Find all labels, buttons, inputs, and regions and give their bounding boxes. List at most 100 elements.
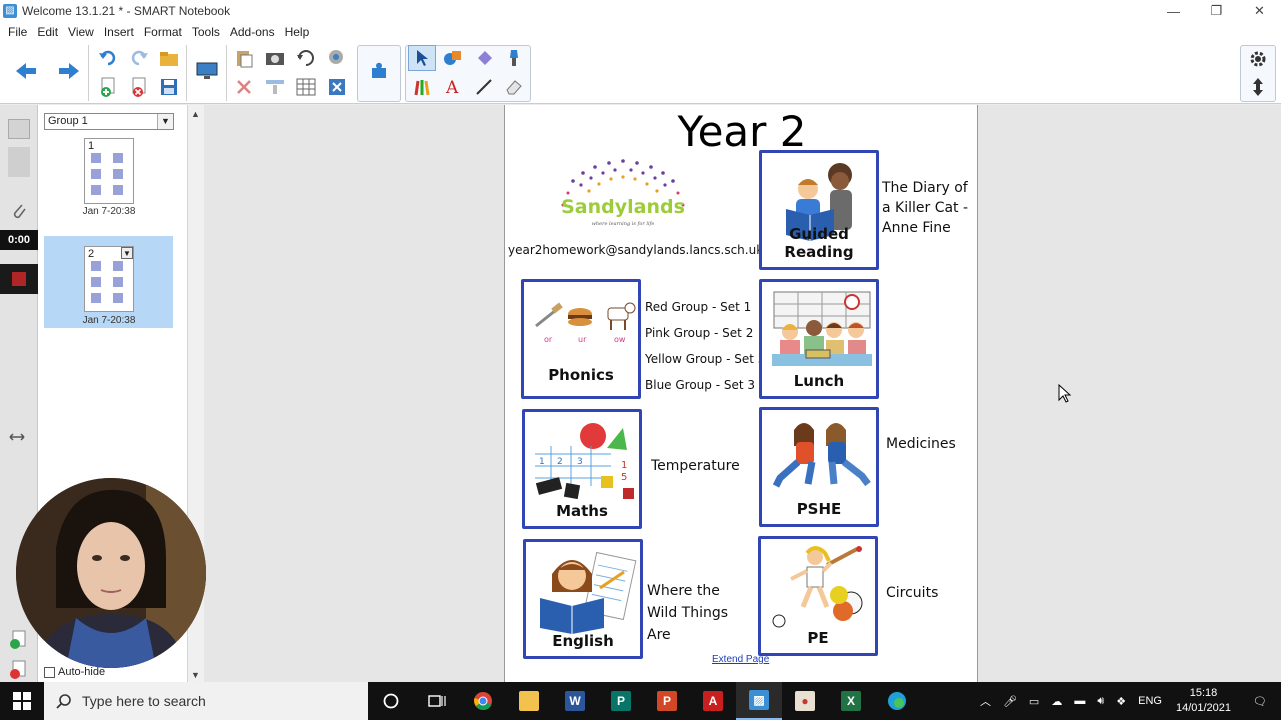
page-sorter-tab[interactable] (8, 119, 30, 139)
card-pe[interactable]: PE (758, 536, 878, 656)
word-icon[interactable]: W (552, 682, 598, 720)
full-screen-icon[interactable] (261, 74, 289, 100)
card-english[interactable]: English (523, 539, 643, 659)
document-camera-icon[interactable] (323, 45, 351, 71)
cloud-sync-icon[interactable]: ☁︎ (1045, 695, 1068, 708)
menu-format[interactable]: Format (139, 25, 187, 39)
close-document-icon[interactable] (323, 74, 351, 100)
magic-pen-icon[interactable] (500, 45, 528, 71)
menu-tools[interactable]: Tools (187, 25, 225, 39)
page-thumbnail-2[interactable]: 2 ▼ (84, 246, 134, 312)
menu-help[interactable]: Help (280, 25, 315, 39)
save-icon[interactable] (155, 74, 183, 100)
pe-note[interactable]: Circuits (886, 585, 938, 601)
line-tool-icon[interactable] (470, 74, 498, 100)
chrome-icon[interactable] (460, 682, 506, 720)
table-icon[interactable] (292, 74, 320, 100)
volume-icon[interactable]: 🔊︎ (1091, 695, 1110, 708)
fill-tool-icon[interactable] (470, 45, 498, 71)
battery-icon[interactable]: ▬ (1068, 695, 1091, 707)
addons-puzzle-icon[interactable] (365, 58, 393, 84)
pens-tool-icon[interactable] (408, 74, 436, 100)
minimize-button[interactable]: — (1152, 0, 1195, 22)
taskbar-clock[interactable]: 15:18 14/01/2021 (1168, 686, 1239, 716)
paint-icon[interactable]: ● (782, 682, 828, 720)
page-menu-chevron-icon[interactable]: ▼ (121, 247, 133, 259)
checkbox-icon[interactable] (44, 666, 55, 678)
notebook-page[interactable]: Year 2 Sandylands where learning is for … (504, 105, 978, 682)
menu-view[interactable]: View (63, 25, 99, 39)
gallery-tab[interactable] (8, 147, 30, 177)
start-button[interactable] (0, 682, 44, 720)
page-thumbnail-1[interactable]: 1 (84, 138, 134, 204)
attachments-paperclip-icon[interactable] (10, 201, 28, 224)
canvas-area[interactable]: Year 2 Sandylands where learning is for … (204, 105, 1281, 682)
file-explorer-icon[interactable] (506, 682, 552, 720)
excel-icon[interactable]: X (828, 682, 874, 720)
english-note[interactable]: Where the Wild Things Are (647, 580, 728, 646)
clear-page-icon[interactable] (230, 74, 258, 100)
add-page-side-icon[interactable] (8, 630, 28, 653)
delete-page-icon[interactable] (125, 74, 153, 100)
publisher-icon[interactable]: P (598, 682, 644, 720)
windows-logo-icon[interactable] (13, 692, 31, 710)
homework-email[interactable]: year2homework@sandylands.lancs.sch.uk (508, 243, 763, 257)
task-view-icon[interactable] (414, 682, 460, 720)
maths-note[interactable]: Temperature (651, 458, 740, 474)
display-screen-icon[interactable] (193, 58, 221, 84)
text-tool-icon[interactable]: A (439, 74, 467, 100)
add-page-icon[interactable] (94, 74, 122, 100)
stop-icon[interactable] (12, 272, 26, 286)
restore-button[interactable]: ❐ (1195, 0, 1238, 22)
taskbar-search-box[interactable]: Type here to search (44, 682, 368, 720)
card-phonics[interactable]: or ur ow Phonics (521, 279, 641, 399)
settings-gear-icon[interactable] (1244, 46, 1272, 72)
close-button[interactable]: ✕ (1238, 0, 1281, 22)
card-pshe[interactable]: PSHE (759, 407, 879, 527)
delete-page-side-icon[interactable] (8, 660, 28, 683)
extend-page-link[interactable]: Extend Page (712, 654, 769, 665)
phonics-groups-note[interactable]: Red Group - Set 1 Pink Group - Set 2 Yel… (645, 294, 765, 398)
card-guided-reading[interactable]: Guided Reading (759, 150, 879, 270)
redo-icon[interactable] (125, 45, 153, 71)
language-indicator[interactable]: ENG (1132, 695, 1168, 707)
previous-page-icon[interactable] (12, 58, 40, 84)
group-dropdown[interactable]: Group 1 ▼ (44, 113, 174, 130)
open-folder-icon[interactable] (155, 45, 183, 71)
pshe-note[interactable]: Medicines (886, 436, 956, 452)
menu-edit[interactable]: Edit (32, 25, 63, 39)
undo-icon[interactable] (94, 45, 122, 71)
eraser-tool-icon[interactable] (500, 74, 528, 100)
expand-panel-icon[interactable] (8, 431, 26, 446)
paste-icon[interactable] (230, 45, 258, 71)
menu-file[interactable]: File (3, 25, 32, 39)
cortana-icon[interactable] (368, 682, 414, 720)
guided-reading-note[interactable]: The Diary of a Killer Cat - Anne Fine (882, 178, 968, 238)
scroll-up-icon[interactable]: ▲ (191, 109, 200, 119)
notifications-icon[interactable]: 🗨︎ (1239, 695, 1281, 708)
powerpoint-icon[interactable]: P (644, 682, 690, 720)
card-lunch[interactable]: Lunch (759, 279, 879, 399)
sandylands-logo[interactable]: Sandylands where learning is for life (543, 151, 703, 231)
scroll-down-icon[interactable]: ▼ (191, 670, 200, 680)
dropbox-icon[interactable]: ❖ (1110, 695, 1132, 708)
chevron-down-icon[interactable]: ▼ (157, 114, 173, 129)
tray-chevron-up-icon[interactable]: ︿ (974, 693, 997, 709)
page-title[interactable]: Year 2 (505, 107, 979, 156)
next-page-icon[interactable] (55, 58, 83, 84)
menu-insert[interactable]: Insert (99, 25, 139, 39)
select-tool-icon[interactable] (408, 45, 436, 71)
microphone-icon[interactable]: 🎤︎ (997, 695, 1023, 708)
move-toolbar-icon[interactable] (1244, 74, 1272, 100)
screen-capture-icon[interactable] (261, 45, 289, 71)
acrobat-icon[interactable]: A (690, 682, 736, 720)
shapes-tool-icon[interactable] (439, 45, 467, 71)
screen-shade-icon[interactable] (292, 45, 320, 71)
menu-addons[interactable]: Add-ons (225, 25, 280, 39)
card-maths[interactable]: 1 2 3 1 5 Maths (522, 409, 642, 529)
record-button[interactable] (0, 264, 38, 294)
smart-notebook-taskbar-icon[interactable]: ▨ (736, 682, 782, 720)
meet-now-icon[interactable]: ▭ (1023, 695, 1045, 708)
autohide-checkbox[interactable]: Auto-hide (44, 666, 105, 678)
edge-icon[interactable] (874, 682, 920, 720)
